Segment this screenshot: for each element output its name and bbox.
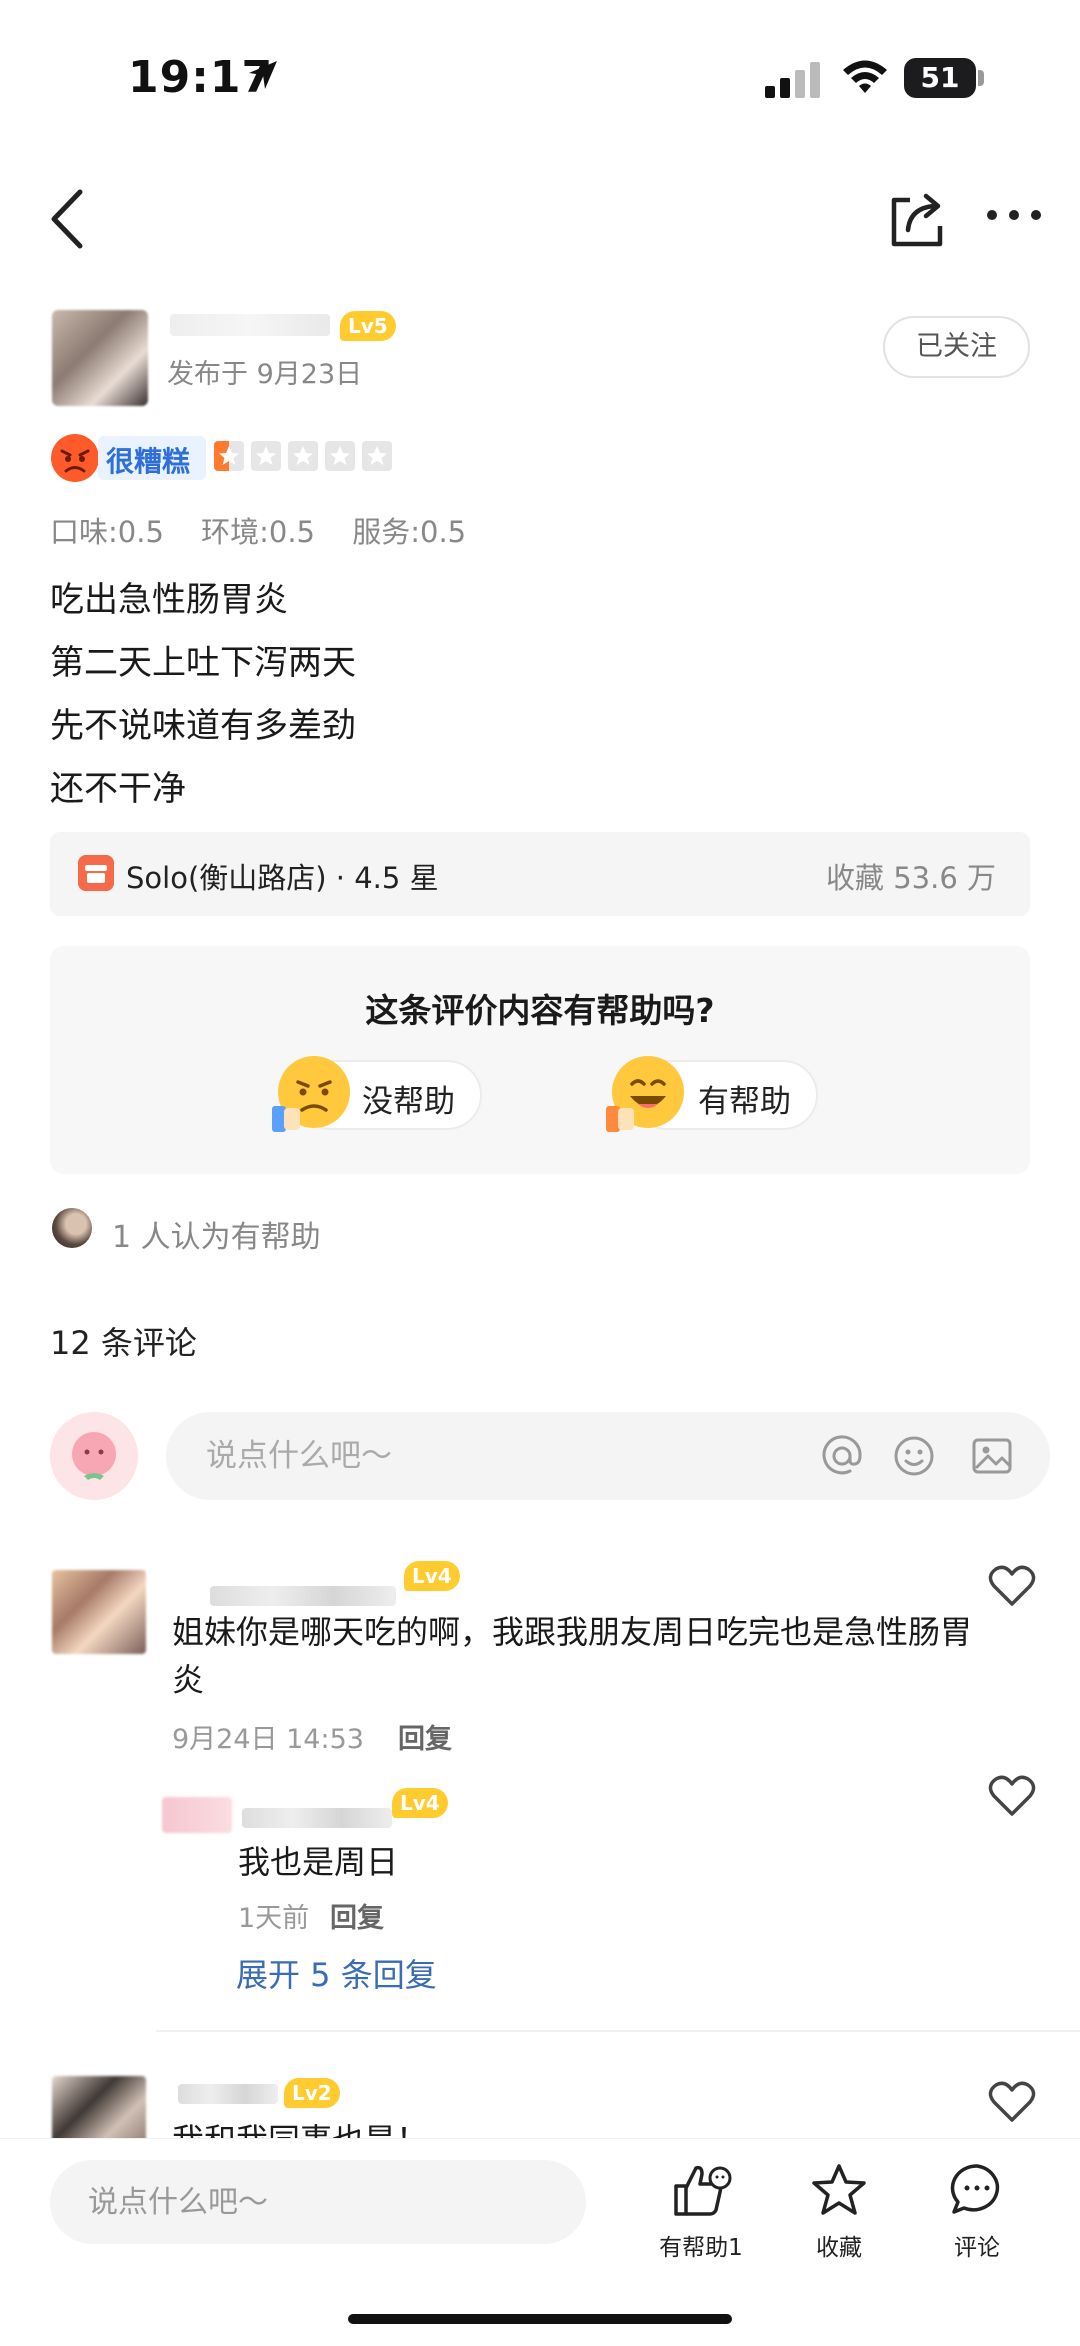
replier-name-blurred[interactable]: [242, 1808, 392, 1828]
sub-score-service: 服务:0.5: [352, 515, 467, 549]
heart-icon[interactable]: [988, 1774, 1036, 1818]
commenter-level-badge: Lv2: [284, 2078, 340, 2108]
comment-date: 9月24日 14:53: [172, 1724, 364, 1755]
review-line: 吃出急性肠胃炎: [50, 580, 288, 620]
frown-face-icon: [272, 1056, 350, 1132]
review-line: 第二天上吐下泻两天: [50, 643, 356, 683]
star-icon: [214, 441, 244, 471]
post-date: 发布于 9月23日: [167, 359, 363, 390]
star-icon: [288, 441, 319, 471]
battery-tip: [978, 70, 984, 86]
shop-favorites: 收藏 53.6 万: [826, 861, 997, 895]
commenter-level-badge: Lv4: [404, 1561, 460, 1591]
helped-user-avatar: [52, 1208, 92, 1248]
wifi-icon: [843, 60, 887, 93]
favorite-button[interactable]: 收藏: [784, 2162, 894, 2262]
helpful-count-button[interactable]: 有帮助1: [646, 2162, 756, 2262]
replier-avatar[interactable]: [162, 1797, 232, 1833]
cellular-signal-icon: [765, 62, 820, 98]
sub-scores: 口味:0.5 环境:0.5 服务:0.5: [50, 509, 494, 551]
helpful-question: 这条评价内容有帮助吗?: [365, 991, 715, 1030]
review-line: 先不说味道有多差劲: [50, 706, 356, 746]
commenter-avatar[interactable]: [52, 1570, 146, 1654]
helpful-label[interactable]: 有帮助: [698, 1076, 791, 1121]
star-icon: [812, 2164, 866, 2215]
comment-button[interactable]: 评论: [922, 2162, 1032, 2262]
commenter-name-blurred[interactable]: [178, 2084, 278, 2104]
comment-text: 姐妹你是哪天吃的啊，我跟我朋友周日吃完也是急性肠胃炎: [172, 1613, 973, 1699]
back-icon[interactable]: [40, 184, 100, 254]
not-helpful-label[interactable]: 没帮助: [362, 1076, 455, 1121]
my-avatar: [50, 1412, 138, 1500]
helpful-summary: 1 人认为有帮助: [112, 1220, 321, 1255]
helpful-count-label: 有帮助1: [659, 2235, 743, 2261]
comments-header: 12 条评论: [50, 1324, 197, 1362]
sub-score-taste: 口味:0.5: [50, 515, 164, 549]
star-icon: [251, 441, 282, 471]
share-icon[interactable]: [884, 186, 950, 252]
star-icon: [325, 441, 356, 471]
helpful-card: [50, 946, 1030, 1174]
replier-level-badge: Lv4: [392, 1788, 448, 1818]
favorite-label: 收藏: [816, 2235, 862, 2261]
follow-button[interactable]: 已关注: [883, 316, 1030, 378]
heart-icon[interactable]: [988, 1564, 1036, 1608]
home-indicator: [348, 2314, 732, 2324]
author-avatar[interactable]: [52, 310, 148, 406]
review-line: 还不干净: [50, 769, 186, 809]
heart-icon[interactable]: [988, 2080, 1036, 2124]
sub-score-environment: 环境:0.5: [201, 515, 315, 549]
commenter-name-blurred[interactable]: [210, 1586, 396, 1606]
comment-text: 我也是周日: [238, 1843, 399, 1881]
author-level-badge: Lv5: [340, 311, 396, 341]
battery-level: 51: [920, 61, 960, 94]
happy-face-icon: [606, 1056, 684, 1132]
commenter-avatar[interactable]: [52, 2076, 146, 2146]
shop-icon: [78, 855, 114, 891]
comment-icon: [950, 2164, 1000, 2214]
comment-divider: [156, 2030, 1080, 2032]
star-icon: [362, 441, 393, 471]
thumbs-up-icon: [674, 2165, 732, 2216]
comment-date: 1天前: [238, 1903, 310, 1934]
bottom-comment-input[interactable]: [50, 2160, 586, 2244]
shop-name[interactable]: Solo(衡山路店) · 4.5 星: [126, 855, 439, 897]
at-icon[interactable]: [820, 1434, 864, 1478]
image-icon[interactable]: [970, 1434, 1014, 1478]
rating-label: 很糟糕: [106, 445, 191, 478]
star-rating: [214, 441, 394, 475]
emoji-icon[interactable]: [892, 1434, 936, 1478]
angry-face-icon: [51, 434, 99, 482]
comment-label: 评论: [954, 2235, 1000, 2261]
author-name-blurred[interactable]: [170, 314, 330, 336]
reply-button[interactable]: 回复: [398, 1717, 452, 1756]
more-icon[interactable]: [984, 200, 1044, 230]
expand-replies-link[interactable]: 展开 5 条回复: [236, 1950, 437, 1996]
location-arrow-icon: [249, 61, 277, 89]
reply-button[interactable]: 回复: [330, 1896, 384, 1935]
